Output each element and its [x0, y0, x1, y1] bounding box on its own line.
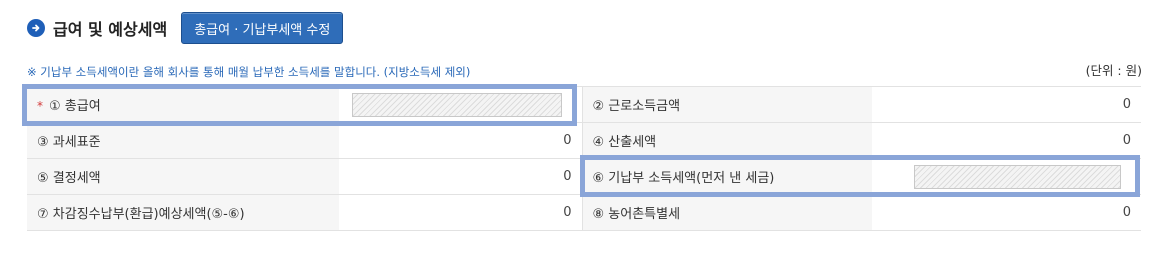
rural-special-tax-value: 0 [872, 194, 1141, 231]
edit-salary-tax-button[interactable]: 총급여 · 기납부세액 수정 [181, 12, 344, 44]
gross-salary-cell [339, 86, 583, 123]
gross-salary-label: * ① 총급여 [27, 86, 339, 123]
table-row: ⑤ 결정세액 0 ⑥ 기납부 소득세액(먼저 낸 세금) [27, 158, 1141, 195]
prepaid-tax-cell [872, 158, 1141, 195]
determined-tax-label: ⑤ 결정세액 [27, 158, 339, 195]
expected-tax-value: 0 [339, 194, 583, 231]
expected-tax-label: ⑦ 차감징수납부(환급)예상세액(⑤-⑥) [27, 194, 339, 231]
gross-salary-field [351, 92, 562, 117]
section-title: 급여 및 예상세액 [53, 20, 168, 39]
prepaid-tax-label: ⑥ 기납부 소득세액(먼저 낸 세금) [582, 158, 872, 195]
table-row: ⑦ 차감징수납부(환급)예상세액(⑤-⑥) 0 ⑧ 농어촌특별세 0 [27, 194, 1141, 231]
table-row: ③ 과세표준 0 ④ 산출세액 0 [27, 122, 1141, 159]
prepaid-tax-field [914, 164, 1121, 189]
unit-label: (단위 : 원) [1085, 63, 1142, 78]
arrow-right-circle-icon [27, 19, 45, 37]
tax-base-label: ③ 과세표준 [27, 122, 339, 159]
tax-summary-table: * ① 총급여 ② 근로소득금액 0 ③ 과세표준 0 ④ 산출세액 0 ⑤ 결정… [27, 86, 1141, 231]
table-row: * ① 총급여 ② 근로소득금액 0 [27, 86, 1141, 123]
tax-base-value: 0 [339, 122, 583, 159]
earned-income-value: 0 [872, 86, 1141, 123]
tax-notice: ※ 기납부 소득세액이란 올해 회사를 통해 매월 납부한 소득세를 말합니다.… [27, 65, 471, 79]
earned-income-label: ② 근로소득금액 [582, 86, 872, 123]
calculated-tax-label: ④ 산출세액 [582, 122, 872, 159]
rural-special-tax-label: ⑧ 농어촌특별세 [582, 194, 872, 231]
section-header: 급여 및 예상세액 총급여 · 기납부세액 수정 [27, 12, 344, 44]
required-mark: * [37, 99, 43, 113]
calculated-tax-value: 0 [872, 122, 1141, 159]
determined-tax-value: 0 [339, 158, 583, 195]
